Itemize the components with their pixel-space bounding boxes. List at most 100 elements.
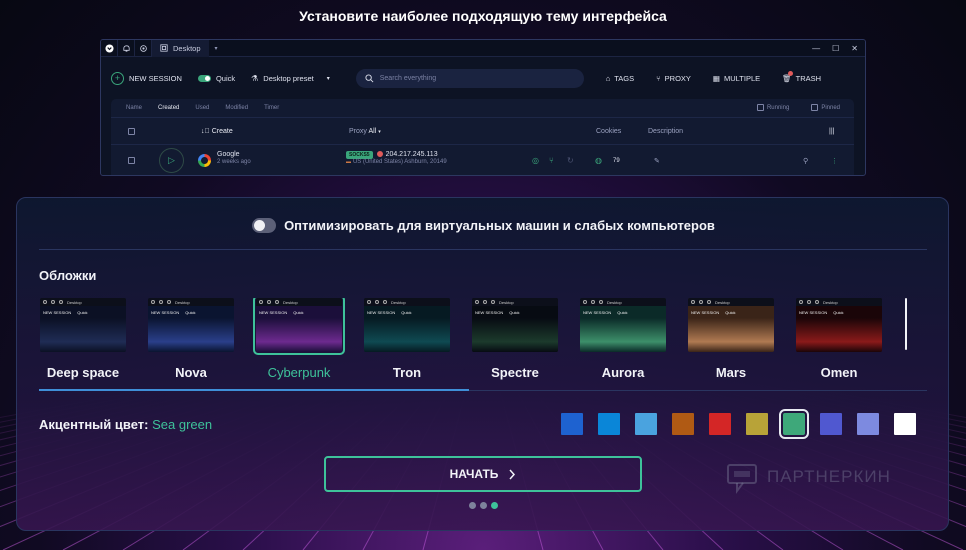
skin-thumb-new-session: NEW SESSION — [691, 309, 720, 315]
skin-thumbnail: Desktop NEW SESSION Quick — [148, 298, 234, 352]
divider — [39, 249, 927, 250]
dot-icon — [383, 300, 387, 304]
checkbox-icon — [756, 104, 764, 112]
skin-thumb-titlebar: Desktop — [256, 298, 342, 306]
skin-option-spectre[interactable]: Desktop NEW SESSION Quick Spectre — [471, 298, 559, 380]
new-session-button: + NEW SESSION — [111, 71, 182, 85]
dot-icon — [583, 300, 587, 304]
accent-color-label: Акцентный цвет: Sea green — [39, 417, 212, 432]
cookie-icon: ◍ — [595, 156, 602, 165]
accent-swatch-9[interactable] — [857, 413, 879, 435]
accent-swatch-1[interactable] — [561, 413, 583, 435]
skin-thumb-titlebar: Desktop — [472, 298, 558, 306]
accent-label-text: Акцентный цвет: — [39, 417, 149, 432]
page-headline: Установите наиболее подходящую тему инте… — [299, 8, 667, 24]
skin-option-cyberpunk[interactable]: Desktop NEW SESSION Quick Cyberpunk — [253, 298, 345, 380]
accent-swatch-2[interactable] — [598, 413, 620, 435]
subtab-timer: Timer — [264, 105, 280, 111]
optimize-toggle[interactable] — [252, 218, 277, 233]
skin-thumb-new-session: NEW SESSION — [475, 309, 504, 315]
bell-icon — [118, 40, 135, 57]
theme-modal: Оптимизировать для виртуальных машин и с… — [16, 197, 949, 531]
subtab-modified: Modified — [225, 105, 249, 111]
preset-dropdown: ⚗ Desktop preset ▾ — [251, 74, 330, 83]
subtab-created: Created — [158, 105, 180, 111]
proxy-filter-value: All — [368, 127, 377, 135]
skin-label: Aurora — [601, 365, 645, 380]
trash-button: 🗑 TRASH — [782, 70, 821, 83]
carousel-scroll-indicator[interactable] — [39, 389, 469, 391]
edit-icon: ✎ — [654, 157, 660, 165]
accent-swatch-4[interactable] — [672, 413, 694, 435]
step-dot-1[interactable] — [469, 502, 476, 509]
skin-thumb-toolbar: NEW SESSION Quick — [40, 306, 126, 318]
skin-thumbnail: Desktop NEW SESSION Quick — [40, 298, 126, 352]
dot-icon — [59, 300, 63, 304]
running-filter: Running — [756, 104, 789, 112]
chevron-down-icon: ▾ — [214, 45, 218, 52]
chevron-right-icon — [509, 469, 516, 479]
accent-value: Sea green — [152, 417, 213, 432]
accent-swatch-5[interactable] — [709, 413, 731, 435]
extension-icon: ◎ — [532, 156, 539, 165]
skin-thumb-quick: Quick — [725, 309, 736, 315]
accent-swatch-3[interactable] — [635, 413, 657, 435]
search-placeholder: Search everything — [379, 74, 437, 82]
skin-artwork — [148, 318, 234, 352]
step-dot-3[interactable] — [491, 502, 498, 509]
skin-thumb-tab: Desktop — [175, 299, 190, 305]
skin-option-aurora[interactable]: Desktop NEW SESSION Quick Aurora — [579, 298, 667, 380]
minimize-icon: — — [812, 43, 821, 53]
skin-option-deep-space[interactable]: Desktop NEW SESSION Quick Deep space — [39, 298, 127, 380]
skin-thumb-toolbar: NEW SESSION Quick — [256, 306, 342, 318]
dot-icon — [151, 300, 155, 304]
profile-age: 2 weeks ago — [217, 159, 251, 165]
skin-thumb-toolbar: NEW SESSION Quick — [688, 306, 774, 318]
dot-icon — [159, 300, 163, 304]
skin-artwork — [472, 318, 558, 352]
filter-checks: Running Pinned — [756, 104, 854, 112]
skin-thumb-titlebar: Desktop — [40, 298, 126, 306]
profile-name-text: Google — [217, 151, 240, 158]
shield-icon — [101, 40, 118, 57]
skin-thumb-quick: Quick — [509, 309, 520, 315]
step-dot-2[interactable] — [480, 502, 487, 509]
skin-thumbnail: Desktop NEW SESSION Quick — [796, 298, 882, 352]
skin-artwork — [40, 318, 126, 352]
skin-thumb-tab: Desktop — [607, 299, 622, 305]
preview-titlebar: Desktop ▾ — ☐ ✕ — [101, 40, 865, 57]
step-indicator — [17, 502, 950, 509]
accent-swatch-8[interactable] — [820, 413, 842, 435]
proxy-column-label: Proxy — [349, 127, 367, 135]
skin-option-mars[interactable]: Desktop NEW SESSION Quick Mars — [687, 298, 775, 380]
dot-icon — [599, 300, 603, 304]
preset-label: Desktop preset — [263, 73, 314, 83]
start-button[interactable]: НАЧАТЬ — [324, 456, 642, 492]
notification-dot — [788, 70, 794, 76]
proxy-ip: 204.217.245.113 — [385, 151, 438, 158]
accent-swatch-6[interactable] — [746, 413, 768, 435]
tab-label: Desktop — [173, 43, 201, 53]
skin-thumb-titlebar: Desktop — [364, 298, 450, 306]
accent-swatch-7[interactable] — [779, 409, 809, 439]
skin-thumb-toolbar: NEW SESSION Quick — [364, 306, 450, 318]
create-column-label: Create — [211, 127, 233, 135]
skin-option-omen[interactable]: Desktop NEW SESSION Quick Omen — [795, 298, 883, 380]
dot-icon — [43, 300, 47, 304]
skin-option-tron[interactable]: Desktop NEW SESSION Quick Tron — [363, 298, 451, 380]
skin-option-nova[interactable]: Desktop NEW SESSION Quick Nova — [147, 298, 235, 380]
skins-carousel: Desktop NEW SESSION Quick Deep space Desk… — [39, 298, 929, 381]
skin-thumbnail: Desktop NEW SESSION Quick — [580, 298, 666, 352]
proxy-cell: SOCKS5 204.217.245.113 ▬ US (United State… — [346, 151, 447, 165]
dot-icon — [375, 300, 379, 304]
dot-icon — [799, 300, 803, 304]
carousel-scrollbar[interactable] — [905, 298, 907, 350]
tags-label: TAGS — [614, 73, 635, 83]
plus-icon: + — [111, 71, 124, 85]
accent-swatch-10[interactable] — [894, 413, 916, 435]
flag-us-icon: ▬ — [346, 159, 351, 165]
tab-icon — [160, 44, 168, 52]
watermark: ПАРТНЕРКИН — [725, 460, 891, 494]
skin-thumb-toolbar: NEW SESSION Quick — [796, 306, 882, 318]
cookies-column: Cookies — [596, 127, 622, 135]
